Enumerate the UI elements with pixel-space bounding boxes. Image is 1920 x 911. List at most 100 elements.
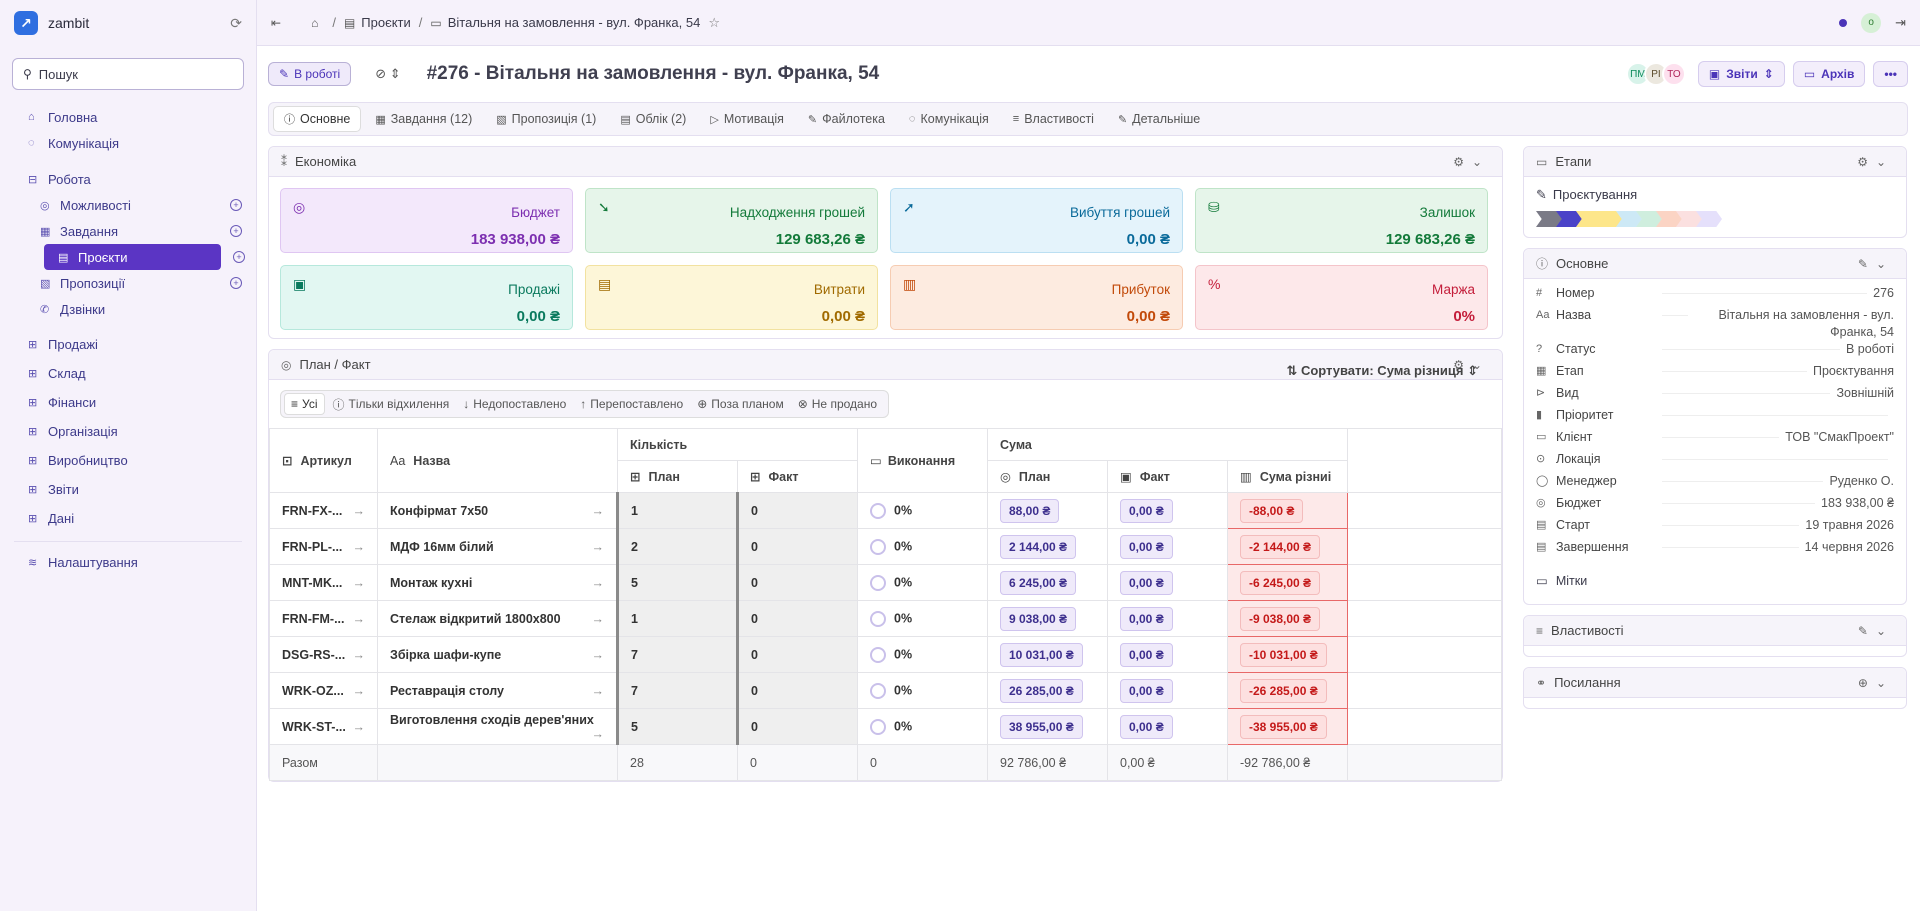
- table-row[interactable]: MNT-MK... → Монтаж кухні → 5 0 0% 6 245,00…: [269, 564, 1502, 601]
- filter-unsold[interactable]: ⊗ Не продано: [792, 393, 883, 415]
- table-row[interactable]: WRK-ST-... → Виготовлення сходів дерев'ян…: [269, 708, 1502, 745]
- properties-header[interactable]: ≡ Властивості ✎⌄: [1524, 616, 1906, 646]
- sidebar-group-finance[interactable]: ⊞ Фінанси: [14, 388, 242, 417]
- col-sum-fact[interactable]: ▣ Факт: [1107, 460, 1228, 493]
- field-row[interactable]: ⊳ Вид Зовнішній: [1536, 385, 1894, 407]
- sidebar-group-sales[interactable]: ⊞ Продажі: [14, 330, 242, 359]
- cell-article[interactable]: FRN-FX-... →: [269, 492, 378, 529]
- avatar[interactable]: ТО: [1661, 62, 1686, 86]
- sidebar-item-calls[interactable]: ✆ Дзвінки: [14, 296, 242, 322]
- cell-qty-plan[interactable]: 7: [616, 636, 738, 673]
- economics-card[interactable]: ▥ Прибуток 0,00 ₴: [890, 265, 1183, 330]
- col-qty-fact[interactable]: ⊞ Факт: [737, 460, 858, 493]
- cell-qty-fact[interactable]: 0: [736, 564, 858, 601]
- add-offer-icon[interactable]: +: [230, 277, 242, 289]
- economics-card[interactable]: ▤ Витрати 0,00 ₴: [585, 265, 878, 330]
- cell-qty-plan[interactable]: 1: [616, 492, 738, 529]
- sidebar-group-organization[interactable]: ⊞ Організація: [14, 417, 242, 446]
- cell-qty-fact[interactable]: 0: [736, 600, 858, 637]
- economics-card[interactable]: ➘ Надходження грошей 129 683,26 ₴: [585, 188, 878, 253]
- tab-comms[interactable]: ◌ Комунікація: [899, 106, 999, 132]
- more-button[interactable]: •••: [1873, 61, 1908, 87]
- field-row[interactable]: ▤ Завершення 14 червня 2026: [1536, 539, 1894, 561]
- filter-deviations[interactable]: ⓘ Тільки відхилення: [327, 393, 456, 415]
- cell-article[interactable]: WRK-ST-... →: [269, 708, 378, 745]
- archive-button[interactable]: ▭ Архів: [1792, 61, 1866, 87]
- panel-tools[interactable]: ⚙⌄: [1857, 155, 1894, 169]
- sidebar-item-projects[interactable]: ▤ Проєкти +: [44, 244, 245, 270]
- sidebar-group-production[interactable]: ⊞ Виробництво: [14, 446, 242, 475]
- col-qty-plan[interactable]: ⊞ План: [617, 460, 738, 493]
- col-article[interactable]: ⊡ Артикул: [269, 428, 378, 493]
- filter-undersupplied[interactable]: ↓ Недопоставлено: [457, 393, 572, 415]
- economics-header[interactable]: ⁑ Економіка ⚙⌄: [269, 147, 1502, 177]
- tab-motivation[interactable]: ▷ Мотивація: [700, 106, 794, 132]
- sidebar-group-work[interactable]: ⊟ Робота: [14, 166, 242, 192]
- tab-basic[interactable]: ⓘ Основне: [273, 106, 362, 132]
- basic-header[interactable]: ⓘ Основне ✎⌄: [1524, 249, 1906, 279]
- col-sum-plan[interactable]: ◎ План: [987, 460, 1108, 493]
- cell-qty-fact[interactable]: 0: [736, 672, 858, 709]
- economics-card[interactable]: % Маржа 0%: [1195, 265, 1488, 330]
- cell-qty-plan[interactable]: 1: [616, 600, 738, 637]
- panel-tools[interactable]: ⊕⌄: [1858, 676, 1894, 690]
- arrow-right-icon[interactable]: →: [592, 727, 605, 741]
- sidebar-item-offers[interactable]: ▧ Пропозиції +: [14, 270, 242, 296]
- col-exec[interactable]: ▭ Виконання: [857, 428, 988, 493]
- filter-unplanned[interactable]: ⊕ Поза планом: [691, 393, 789, 415]
- arrow-right-icon[interactable]: →: [592, 612, 605, 626]
- cell-qty-fact[interactable]: 0: [736, 528, 858, 565]
- cell-name[interactable]: Монтаж кухні →: [377, 564, 618, 601]
- field-row[interactable]: ◎ Бюджет 183 938,00 ₴: [1536, 495, 1894, 517]
- cell-qty-plan[interactable]: 2: [616, 528, 738, 565]
- arrow-right-icon[interactable]: →: [592, 504, 605, 518]
- status-button[interactable]: ✎ В роботі: [268, 62, 352, 86]
- arrow-right-icon[interactable]: →: [592, 540, 605, 554]
- cell-name[interactable]: МДФ 16мм білий →: [377, 528, 618, 565]
- cell-qty-plan[interactable]: 5: [616, 708, 738, 745]
- sidebar-item-tasks[interactable]: ▦ Завдання +: [14, 218, 242, 244]
- col-sum-diff[interactable]: ▥ Сума різниі: [1227, 460, 1348, 493]
- cell-qty-plan[interactable]: 7: [616, 672, 738, 709]
- arrow-right-icon[interactable]: →: [592, 684, 605, 698]
- arrow-right-icon[interactable]: →: [353, 648, 366, 662]
- field-row[interactable]: # Номер 276: [1536, 285, 1894, 307]
- field-row[interactable]: ▤ Старт 19 травня 2026: [1536, 517, 1894, 539]
- reports-button[interactable]: ▣ Звіти ⇕: [1697, 61, 1785, 87]
- sidebar-item-comms[interactable]: ◌ Комунікація: [14, 130, 242, 156]
- type-selector[interactable]: ⊘ ⇕: [375, 66, 400, 82]
- cell-name[interactable]: Збірка шафи-купе →: [377, 636, 618, 673]
- arrow-right-icon[interactable]: →: [353, 576, 366, 590]
- table-row[interactable]: FRN-PL-... → МДФ 16мм білий → 2 0 0% 2 144…: [269, 528, 1502, 565]
- cell-article[interactable]: WRK-OZ... →: [269, 672, 378, 709]
- field-row[interactable]: ▦ Етап Проєктування: [1536, 363, 1894, 385]
- cell-name[interactable]: Реставрація столу →: [377, 672, 618, 709]
- sidebar-item-opportunities[interactable]: ◎ Можливості +: [14, 192, 242, 218]
- cell-name[interactable]: Конфірмат 7х50 →: [377, 492, 618, 529]
- table-row[interactable]: FRN-FX-... → Конфірмат 7х50 → 1 0 0% 88,00…: [269, 492, 1502, 529]
- tab-details[interactable]: ✎ Детальніше: [1108, 106, 1210, 132]
- field-row[interactable]: ⊙ Локація: [1536, 451, 1894, 473]
- arrow-right-icon[interactable]: →: [353, 720, 366, 734]
- cell-qty-fact[interactable]: 0: [736, 636, 858, 673]
- cell-name[interactable]: Виготовлення сходів дерев'яних →: [377, 708, 618, 745]
- cell-name[interactable]: Стелаж відкритий 1800х800 →: [377, 600, 618, 637]
- arrow-right-icon[interactable]: →: [353, 540, 366, 554]
- sidebar-group-reports[interactable]: ⊞ Звіти: [14, 475, 242, 504]
- sidebar-item-home[interactable]: ⌂ Головна: [14, 104, 242, 130]
- sidebar-item-settings[interactable]: ≋ Налаштування: [14, 541, 242, 575]
- stages-header[interactable]: ▭ Етапи ⚙⌄: [1524, 147, 1906, 177]
- table-row[interactable]: FRN-FM-... → Стелаж відкритий 1800х800 → 1…: [269, 600, 1502, 637]
- cell-qty-fact[interactable]: 0: [736, 492, 858, 529]
- tab-tasks[interactable]: ▦ Завдання (12): [365, 106, 482, 132]
- sidebar-group-data[interactable]: ⊞ Дані: [14, 504, 242, 533]
- economics-card[interactable]: ◎ Бюджет 183 938,00 ₴: [280, 188, 573, 253]
- field-row[interactable]: ▮ Пріоритет: [1536, 407, 1894, 429]
- col-name[interactable]: Aa Назва: [377, 428, 618, 493]
- arrow-right-icon[interactable]: →: [353, 612, 366, 626]
- sort-select[interactable]: ⇅ Сортувати: Сума різниця ⇕: [1286, 363, 1478, 379]
- links-header[interactable]: ⚭ Посилання ⊕⌄: [1524, 668, 1906, 698]
- cell-article[interactable]: MNT-MK... →: [269, 564, 378, 601]
- table-row[interactable]: WRK-OZ... → Реставрація столу → 7 0 0% 26 …: [269, 672, 1502, 709]
- filter-all[interactable]: ≡ Усі: [284, 393, 325, 415]
